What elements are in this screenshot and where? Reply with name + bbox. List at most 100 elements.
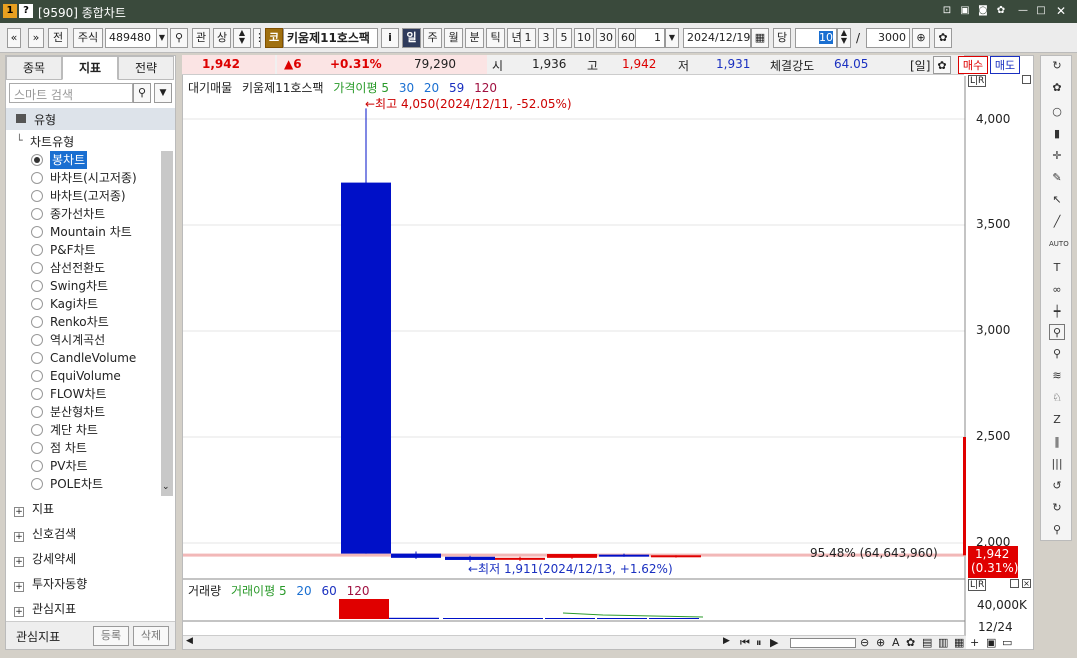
panel-search-icon[interactable]: ⚲ [133, 83, 151, 103]
register-button[interactable]: 등록 [93, 626, 129, 646]
chart-type-radio-17[interactable] [31, 460, 43, 472]
vertical-lines-icon[interactable]: ‖ [1049, 434, 1065, 450]
expand-icon[interactable]: + [14, 607, 24, 617]
period-tab-1[interactable]: 주 [423, 28, 442, 48]
chart-type-label-18[interactable]: POLE차트 [50, 475, 103, 493]
zoom-in-icon[interactable]: ⊕ [912, 28, 930, 48]
code-dropdown-icon[interactable]: ▼ [156, 28, 168, 48]
all-button[interactable]: 전 [48, 28, 68, 48]
legend-stock-name[interactable]: 키움제11호스팩 [242, 81, 324, 95]
current-button[interactable]: 당 [773, 28, 791, 48]
period-tab-0[interactable]: 일 [402, 28, 421, 48]
stock-name-field[interactable]: 키움제11호스팩 [283, 28, 378, 48]
export-icon[interactable]: ▥ [938, 636, 948, 650]
chart-type-radio-9[interactable] [31, 316, 43, 328]
minimize-icon[interactable]: — [1016, 4, 1030, 18]
legend-volume[interactable]: 거래량 [188, 584, 221, 598]
interval-button-1[interactable]: 1 [520, 28, 536, 48]
interval-dropdown-icon[interactable]: ▼ [665, 28, 679, 48]
chart-type-label-10[interactable]: 역시계곡선 [50, 331, 105, 349]
sell-button[interactable]: 매도 [990, 56, 1020, 74]
legend-volume-ma[interactable]: 거래이평 [231, 584, 275, 598]
maximize-icon[interactable]: □ [1034, 4, 1048, 18]
volume-lr-toggle[interactable]: L|R [968, 579, 987, 591]
chart-type-radio-2[interactable] [31, 190, 43, 202]
chart-type-radio-4[interactable] [31, 226, 43, 238]
interval-button-5[interactable]: 5 [556, 28, 572, 48]
print-icon[interactable]: ▭ [1002, 636, 1012, 650]
group-1[interactable]: + 신호검색 [14, 524, 76, 544]
chart-type-label-4[interactable]: Mountain 차트 [50, 223, 132, 241]
grid-icon[interactable]: ▦ [954, 636, 964, 650]
line-tool-icon[interactable]: ╱ [1049, 214, 1065, 230]
chart-type-label-11[interactable]: CandleVolume [50, 349, 136, 367]
chart-type-radio-3[interactable] [31, 208, 43, 220]
search-icon[interactable]: ⚲ [170, 28, 188, 48]
count-input[interactable]: 10 [795, 28, 837, 48]
legend-vma-5[interactable]: 5 [279, 584, 287, 598]
circle-icon[interactable]: ○ [1049, 104, 1065, 120]
chart-type-label-7[interactable]: Swing차트 [50, 277, 108, 295]
chart-type-radio-0[interactable] [31, 154, 43, 166]
interval-button-10[interactable]: 10 [574, 28, 594, 48]
group-0[interactable]: + 지표 [14, 499, 54, 519]
stock-code-input[interactable]: 489480 [105, 28, 157, 48]
chart-type-label-15[interactable]: 계단 차트 [50, 421, 98, 439]
settings-icon[interactable]: ✿ [994, 4, 1008, 18]
interval-input[interactable]: 1 [635, 28, 665, 48]
legend-ma-59[interactable]: 59 [449, 81, 464, 95]
list-scrollbar[interactable] [161, 151, 173, 496]
price-pane-maximize-icon[interactable] [1022, 75, 1031, 84]
expand-icon[interactable]: + [14, 582, 24, 592]
chart-settings-icon[interactable]: ✿ [934, 28, 952, 48]
chart-type-label-12[interactable]: EquiVolume [50, 367, 121, 385]
chart-type-radio-5[interactable] [31, 244, 43, 256]
more-icon[interactable]: ⋮ [253, 28, 265, 48]
fib-icon[interactable]: ≋ [1049, 368, 1065, 384]
chart-type-radio-11[interactable] [31, 352, 43, 364]
legend-waiting-volume[interactable]: 대기매물 [188, 81, 232, 95]
legend-vma-20[interactable]: 20 [296, 584, 311, 598]
pen-icon[interactable]: ✎ [1049, 170, 1065, 186]
chart-type-radio-6[interactable] [31, 262, 43, 274]
pin-icon[interactable]: ⊡ [940, 4, 954, 18]
expand-icon[interactable]: + [14, 507, 24, 517]
split-icon[interactable]: ▣ [986, 636, 996, 650]
left-tab-2[interactable]: 전략 [118, 56, 174, 80]
interest-button[interactable]: 관 [192, 28, 210, 48]
chart-type-radio-18[interactable] [31, 478, 43, 490]
layout-icon[interactable]: ▤ [922, 636, 932, 650]
arrow-tool-icon[interactable]: ↖ [1049, 192, 1065, 208]
chart-type-radio-13[interactable] [31, 388, 43, 400]
play-icon[interactable]: ▶ [770, 636, 778, 650]
save-screen-icon[interactable]: ▣ [958, 4, 972, 18]
chart-type-label-5[interactable]: P&F차트 [50, 241, 96, 259]
bar-chart-icon[interactable]: ▮ [1049, 126, 1065, 142]
legend-ma-30[interactable]: 30 [399, 81, 414, 95]
magnify-icon[interactable]: ⚲ [1049, 346, 1065, 362]
legend-price-ma[interactable]: 가격이평 [333, 81, 377, 95]
expand-icon[interactable]: + [14, 532, 24, 542]
first-icon[interactable]: ⏮ [740, 636, 750, 650]
zoom-plus-icon[interactable]: ⊕ [876, 636, 885, 650]
chart-type-label-16[interactable]: 점 차트 [50, 439, 87, 457]
undo-icon[interactable]: ↺ [1049, 478, 1065, 494]
chart-type-label-2[interactable]: 바차트(고저종) [50, 187, 126, 205]
link-icon[interactable]: ∞ [1049, 282, 1065, 298]
auto-scale-icon[interactable]: A [892, 636, 900, 650]
period-tab-2[interactable]: 월 [444, 28, 463, 48]
interval-button-30[interactable]: 30 [596, 28, 616, 48]
market-select[interactable]: 주식 [73, 28, 103, 48]
smart-search-input[interactable]: 스마트 검색 [9, 83, 133, 103]
group-3[interactable]: + 투자자동향 [14, 574, 87, 594]
info-button[interactable]: i [381, 28, 399, 48]
period-tab-4[interactable]: 틱 [486, 28, 505, 48]
chart-type-label-13[interactable]: FLOW차트 [50, 385, 107, 403]
pattern-icon[interactable]: ♘ [1049, 390, 1065, 406]
pause-icon[interactable]: ⏸ [756, 636, 762, 650]
toolbox-settings-icon[interactable]: ✿ [1049, 80, 1065, 96]
legend-ma-5[interactable]: 5 [381, 81, 389, 95]
legend-vma-60[interactable]: 60 [322, 584, 337, 598]
cross-icon[interactable]: ✛ [1049, 148, 1065, 164]
gann-icon[interactable]: ||| [1049, 456, 1065, 472]
